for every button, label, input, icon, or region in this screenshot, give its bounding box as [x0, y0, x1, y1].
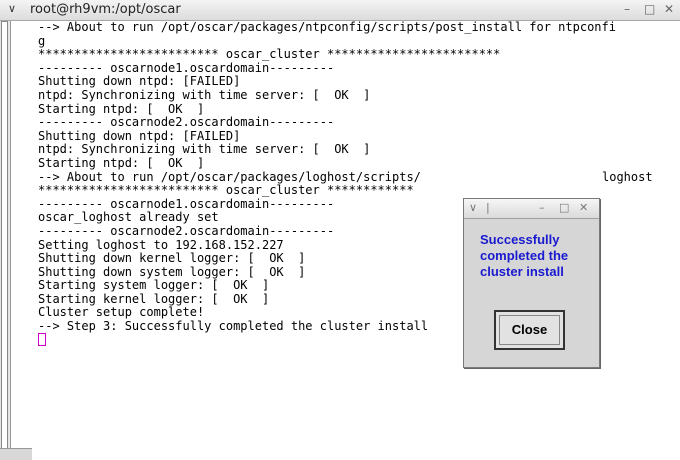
window-menu-icon[interactable]: ∨: [5, 2, 19, 16]
terminal-line-overflow: loghost: [602, 169, 653, 184]
scrollbar[interactable]: [0, 21, 11, 459]
terminal-line: --------- oscarnode1.oscardomain--------…: [38, 60, 335, 75]
terminal-line: Shutting down ntpd: [FAILED]: [38, 74, 241, 89]
terminal-line: Starting ntpd: [ OK ]: [38, 101, 205, 116]
terminal-line: g: [38, 33, 46, 48]
text-cursor: [38, 332, 46, 346]
dialog-maximize-icon[interactable]: □: [559, 201, 569, 214]
window-titlebar[interactable]: ∨ root@rh9vm:/opt/oscar – □ ✕: [0, 0, 680, 21]
completion-dialog: ∨ | – □ ✕ Successfully completed the clu…: [463, 198, 600, 368]
close-icon[interactable]: ✕: [664, 2, 674, 16]
dialog-shade-icon[interactable]: |: [486, 201, 490, 214]
terminal-line: ************************* oscar_cluster …: [38, 183, 414, 198]
terminal-line: ************************* oscar_cluster …: [38, 47, 501, 62]
terminal-line: Starting ntpd: [ OK ]: [38, 155, 205, 170]
terminal-line: ntpd: Synchronizing with time server: [ …: [38, 142, 371, 157]
terminal-line: Shutting down ntpd: [FAILED]: [38, 128, 241, 143]
terminal-line: ntpd: Synchronizing with time server: [ …: [38, 87, 371, 102]
scrollbar-thumb[interactable]: [1, 21, 8, 459]
resize-grip[interactable]: [0, 448, 32, 460]
terminal-line: --------- oscarnode2.oscardomain--------…: [38, 115, 335, 130]
close-button[interactable]: Close: [494, 310, 565, 350]
maximize-icon[interactable]: □: [644, 2, 655, 16]
dialog-minimize-icon[interactable]: –: [539, 201, 545, 214]
dialog-message: Successfully completed the cluster insta…: [480, 232, 569, 279]
dialog-close-icon[interactable]: ✕: [579, 201, 588, 214]
terminal-line: --> About to run /opt/oscar/packages/ntp…: [38, 21, 616, 34]
dialog-titlebar[interactable]: ∨ | – □ ✕: [464, 199, 599, 219]
terminal-window: ∨ root@rh9vm:/opt/oscar – □ ✕ --> About …: [0, 0, 680, 460]
window-title: root@rh9vm:/opt/oscar: [30, 2, 181, 17]
minimize-icon[interactable]: –: [624, 2, 630, 16]
terminal-line: --> About to run /opt/oscar/packages/log…: [38, 169, 421, 184]
dialog-menu-icon[interactable]: ∨: [469, 201, 477, 214]
close-button-focus-ring: [499, 315, 560, 345]
